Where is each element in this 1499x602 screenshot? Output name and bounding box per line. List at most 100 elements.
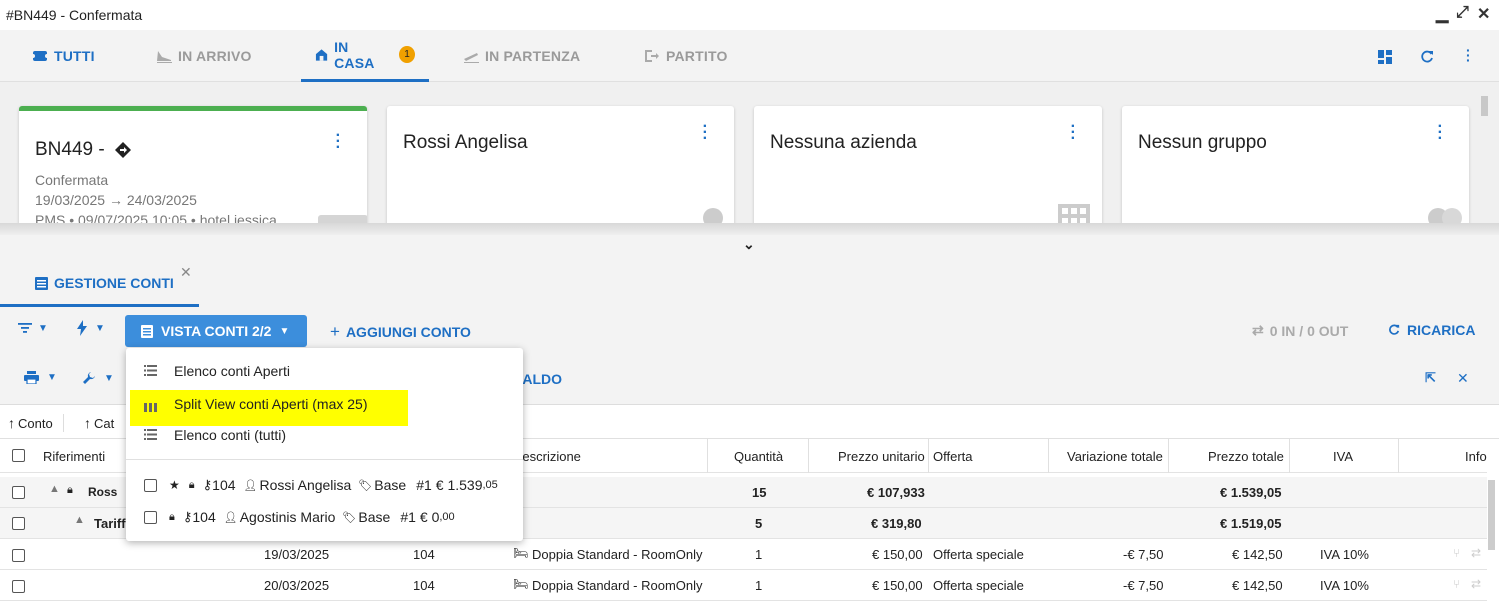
scrollbar[interactable] <box>1481 96 1488 116</box>
header-info[interactable]: Info <box>1465 449 1487 464</box>
card-menu-icon[interactable]: · · · <box>703 119 708 147</box>
row-room: 104 <box>413 547 435 562</box>
add-account-button[interactable]: + AGGIUNGI CONTO <box>330 322 471 342</box>
account-option-rossi[interactable]: ★ 🔒︎ ⚷ 104 👤︎ Rossi Angelisa 🏷︎ Base #1 … <box>144 476 498 494</box>
category-ref: Tariff <box>94 516 126 531</box>
sort-label: Conto <box>18 415 53 431</box>
expand-icon[interactable]: ▲ <box>49 483 60 495</box>
reload-button[interactable]: RICARICA <box>1388 322 1475 338</box>
card-menu-icon[interactable]: · · · <box>1438 119 1443 147</box>
header-descrizione[interactable]: Descrizione <box>513 449 581 464</box>
table-scrollbar[interactable] <box>1488 480 1495 550</box>
dashboard-icon[interactable] <box>1378 50 1392 64</box>
tab-gestione-conti[interactable]: GESTIONE CONTI <box>0 262 199 307</box>
sort-category-button[interactable]: ↑ Cat <box>84 414 114 432</box>
actions-button[interactable]: ▼ <box>77 320 105 336</box>
row-checkbox[interactable] <box>12 486 25 499</box>
bed-icon: 🛏︎ <box>513 577 529 591</box>
columns-icon <box>144 403 157 412</box>
plane-landing-icon <box>157 51 172 63</box>
chevron-down-icon[interactable]: ⌄ <box>743 236 755 253</box>
add-account-label: AGGIUNGI CONTO <box>345 324 471 340</box>
split-icon[interactable]: ⑂ <box>1453 577 1460 591</box>
row-offer: Offerta speciale <box>933 578 1024 593</box>
qty: 15 <box>752 485 767 500</box>
header-prezzo-totale[interactable]: Prezzo totale <box>1208 449 1284 464</box>
list-icon <box>141 324 153 338</box>
row-checkbox[interactable] <box>12 580 25 593</box>
card-menu-icon[interactable]: · · · <box>336 128 341 156</box>
minimize-icon[interactable]: ▁ <box>1436 4 1448 24</box>
tab-label: PARTITO <box>666 48 728 64</box>
row-vat: IVA 10% <box>1320 578 1369 593</box>
lock-icon: 🔒︎ <box>169 510 175 523</box>
transfer-icon[interactable]: ⇄ <box>1471 546 1481 560</box>
swap-icon: ⇄ <box>1252 322 1264 338</box>
sort-conto-button[interactable]: ↑ Conto <box>8 414 64 432</box>
header-prezzo-unitario[interactable]: Prezzo unitario <box>838 449 925 464</box>
account-number: #1 <box>416 477 432 493</box>
expand-icon[interactable]: ▲ <box>74 514 85 526</box>
view-accounts-button[interactable]: VISTA CONTI 2/2 ▼ <box>125 315 307 347</box>
menu-item-open-accounts[interactable]: Elenco conti Aperti <box>126 355 523 387</box>
select-all-checkbox[interactable] <box>12 449 25 462</box>
sort-label: Cat <box>94 415 115 431</box>
arrow-up-icon: ↑ <box>84 415 91 431</box>
dropdown-caret-icon: ▼ <box>47 372 57 383</box>
table-row[interactable]: 19/03/2025 104 🛏︎ Doppia Standard - Room… <box>0 539 1487 570</box>
close-icon[interactable]: ✕ <box>1477 4 1490 24</box>
company-card[interactable]: Nessuna azienda · · · <box>754 106 1102 230</box>
account-room: 104 <box>212 477 236 493</box>
split-icon[interactable]: ⑂ <box>1453 546 1460 560</box>
row-variation: -€ 7,50 <box>1123 547 1164 562</box>
header-iva[interactable]: IVA <box>1333 449 1353 464</box>
account-checkbox[interactable] <box>144 510 157 524</box>
row-checkbox[interactable] <box>12 549 25 562</box>
printer-icon <box>24 371 39 384</box>
booking-dates: 19/03/2025 → 24/03/2025 <box>35 192 197 208</box>
row-unit-price: € 150,00 <box>872 578 923 593</box>
table-icon <box>35 277 48 290</box>
group-name: Nessun gruppo <box>1138 132 1267 153</box>
refresh-icon[interactable] <box>1420 50 1434 64</box>
key-icon: ⚷ <box>182 509 193 524</box>
guest-card[interactable]: Rossi Angelisa · · · <box>387 106 734 230</box>
account-room: 104 <box>192 509 216 525</box>
card-menu-icon[interactable]: · · · <box>1071 119 1076 147</box>
account-rate: Base <box>358 509 391 525</box>
tab-label: TUTTI <box>54 48 95 64</box>
more-options-icon[interactable]: · · · <box>1466 43 1471 67</box>
row-qty: 1 <box>755 578 763 593</box>
account-checkbox[interactable] <box>144 478 157 492</box>
header-quantita[interactable]: Quantità <box>734 449 783 464</box>
menu-item-all-accounts[interactable]: Elenco conti (tutti) <box>126 419 523 451</box>
booking-card[interactable]: BN449 - · · · Confermata 19/03/2025 → 24/0… <box>19 106 367 230</box>
header-variazione-totale[interactable]: Variazione totale <box>1067 449 1163 464</box>
tab-in-partenza[interactable]: IN PARTENZA <box>449 30 594 82</box>
tab-tutti[interactable]: TUTTI <box>18 30 109 82</box>
view-accounts-label: VISTA CONTI 2/2 <box>161 323 272 339</box>
print-button[interactable]: ▼ <box>24 371 57 384</box>
account-amount-decimals: ,05 <box>482 479 498 491</box>
group-card[interactable]: Nessun gruppo · · · <box>1122 106 1469 230</box>
tab-partito[interactable]: PARTITO <box>630 30 742 82</box>
dropdown-caret-icon: ▼ <box>38 322 48 334</box>
header-offerta[interactable]: Offerta <box>933 449 973 464</box>
tab-in-arrivo[interactable]: IN ARRIVO <box>142 30 266 82</box>
account-option-agostinis[interactable]: 🔒︎ ⚷ 104 👤︎ Agostinis Mario 🏷︎ Base #1 €… <box>144 508 455 526</box>
splitter[interactable] <box>0 223 1499 235</box>
tab-in-casa[interactable]: IN CASA 1 <box>301 30 429 82</box>
header-riferimenti[interactable]: Riferimenti <box>43 449 105 464</box>
filter-button[interactable]: ▼ <box>18 322 48 334</box>
collapse-icon[interactable]: ⇱ <box>1425 370 1436 386</box>
unit-price: € 319,80 <box>871 516 922 531</box>
table-row[interactable]: 20/03/2025 104 🛏︎ Doppia Standard - Room… <box>0 570 1487 601</box>
plus-icon: + <box>330 322 340 341</box>
maximize-icon[interactable]: ⤢ <box>1456 4 1469 22</box>
transfer-icon[interactable]: ⇄ <box>1471 577 1481 591</box>
row-checkbox[interactable] <box>12 517 25 530</box>
close-panel-icon[interactable]: ✕ <box>1457 370 1469 387</box>
close-tab-icon[interactable]: ✕ <box>180 264 192 281</box>
in-out-indicator: ⇄ 0 IN / 0 OUT <box>1252 322 1348 339</box>
tools-button[interactable]: ▼ <box>82 371 114 385</box>
